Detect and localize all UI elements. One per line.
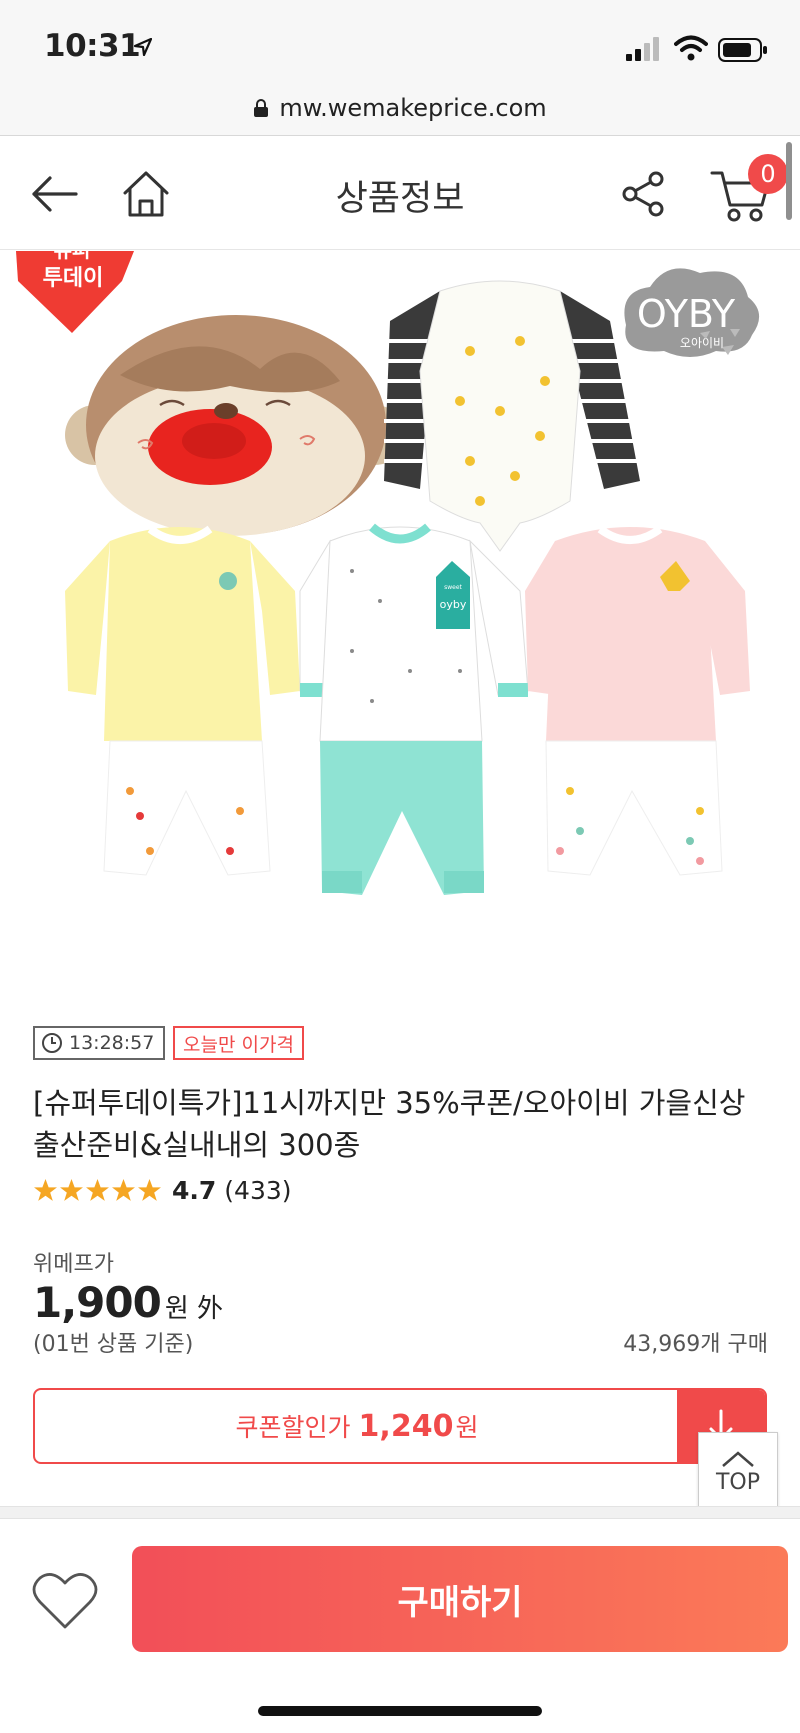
rating-row[interactable]: 4.7 (433) xyxy=(33,1174,292,1206)
status-time: 10:31 xyxy=(44,28,141,64)
scroll-indicator xyxy=(786,142,792,220)
yellow-outfit xyxy=(65,525,300,876)
top-nav: 상품정보 xyxy=(0,136,800,250)
star-icon xyxy=(138,1178,161,1201)
coupon-price: 1,240 xyxy=(358,1408,454,1444)
clock-icon xyxy=(42,1033,62,1053)
pocket-small-text: sweet xyxy=(444,584,462,591)
coupon-price-text: 쿠폰할인가 1,240 원 xyxy=(35,1390,679,1462)
scroll-top-button[interactable]: TOP xyxy=(698,1432,778,1512)
cart-count-badge: 0 xyxy=(748,154,788,194)
super-today-badge: 슈퍼 투데이 xyxy=(16,251,134,333)
product-title: [슈퍼투데이특가]11시까지만 35%쿠폰/오아이비 가을신상 출산준비&실내내… xyxy=(33,1086,746,1162)
timer-text: 13:28:57 xyxy=(69,1032,155,1054)
badge-line2: 투데이 xyxy=(43,266,104,291)
striped-bodysuit xyxy=(384,280,640,552)
top-label: TOP xyxy=(715,1469,761,1495)
price-value: 1,900 xyxy=(33,1278,162,1327)
wishlist-button[interactable] xyxy=(32,1571,98,1631)
share-button[interactable] xyxy=(614,164,674,224)
share-icon xyxy=(622,171,664,217)
price-basis: (01번 상품 기준) xyxy=(33,1332,194,1357)
home-indicator xyxy=(258,1706,542,1716)
timer-badge: 13:28:57 xyxy=(33,1026,165,1060)
coupon-label: 쿠폰할인가 xyxy=(235,1413,351,1442)
today-only-badge: 오늘만 이가격 xyxy=(173,1026,304,1060)
price-label: 위메프가 xyxy=(33,1252,114,1277)
rating-score: 4.7 xyxy=(172,1175,217,1205)
signal-icon xyxy=(626,37,659,61)
product-image[interactable]: 슈퍼 투데이 OYBY 오아이비 xyxy=(0,251,800,1001)
bottom-action-bar: 구매하기 xyxy=(0,1518,800,1733)
review-count: (433) xyxy=(224,1175,292,1205)
mint-outfit: sweet oyby xyxy=(299,523,529,895)
pocket-text: oyby xyxy=(440,598,467,611)
star-icon xyxy=(34,1178,57,1201)
badge-line1: 슈퍼 xyxy=(54,251,91,262)
star-icon xyxy=(60,1178,83,1201)
page-title: 상품정보 xyxy=(335,179,465,219)
url-bar[interactable]: mw.wemakeprice.com xyxy=(0,80,800,136)
star-icon xyxy=(86,1178,109,1201)
brand-logo-text: OYBY xyxy=(637,292,736,336)
chevron-up-icon xyxy=(722,1450,754,1467)
buy-button[interactable]: 구매하기 xyxy=(132,1546,788,1652)
product-illustration: 슈퍼 투데이 OYBY 오아이비 xyxy=(16,251,760,895)
wifi-icon xyxy=(674,35,708,61)
location-arrow-icon xyxy=(134,38,152,56)
purchase-count: 43,969개 구매 xyxy=(623,1332,768,1357)
lock-icon xyxy=(254,98,269,117)
url-text: mw.wemakeprice.com xyxy=(279,93,547,122)
battery-icon xyxy=(718,38,767,62)
price-unit: 원 外 xyxy=(164,1294,224,1324)
star-icon xyxy=(112,1178,135,1201)
brand-logo: OYBY 오아이비 xyxy=(624,268,760,357)
coupon-download-box[interactable]: 쿠폰할인가 1,240 원 xyxy=(33,1388,767,1464)
monkey-pillow xyxy=(65,315,405,536)
status-bar: 10:31 xyxy=(0,0,800,90)
star-rating xyxy=(33,1178,162,1203)
coupon-unit: 원 xyxy=(455,1413,479,1442)
heart-icon xyxy=(32,1573,98,1629)
section-divider xyxy=(0,1506,800,1518)
price-row: 1,900 원 外 xyxy=(33,1278,223,1327)
pink-outfit xyxy=(525,525,750,876)
brand-logo-sub: 오아이비 xyxy=(680,336,724,350)
